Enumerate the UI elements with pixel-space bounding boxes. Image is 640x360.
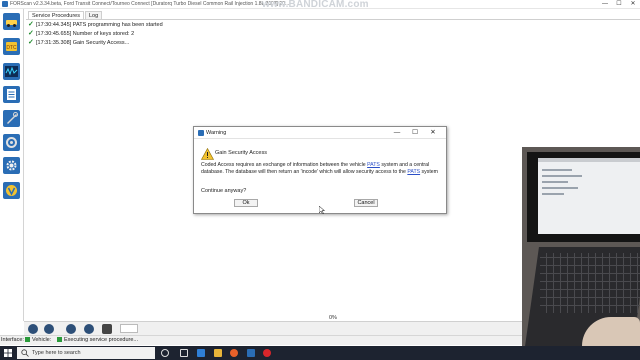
- tests-icon[interactable]: [3, 86, 20, 103]
- search-placeholder: Type here to search: [32, 350, 81, 356]
- interval-field[interactable]: [120, 324, 138, 333]
- edge-icon[interactable]: [197, 349, 205, 357]
- taskbar-search-box[interactable]: Type here to search: [17, 347, 155, 359]
- log-list: ✓ [17:30:44.345] PATS programming has be…: [28, 20, 163, 47]
- ok-button[interactable]: Ok: [234, 199, 258, 207]
- task-status: Executing service procedure...: [57, 336, 138, 345]
- dialog-title-bar[interactable]: Warning — ☐ ✕: [194, 127, 446, 139]
- dialog-title: Warning: [206, 130, 227, 136]
- dialog-app-icon: [198, 130, 204, 136]
- record-icon[interactable]: [66, 324, 76, 334]
- vehicle-connected-icon: [25, 337, 30, 342]
- log-entry: ✓ [17:30:45.655] Number of keys stored: …: [28, 29, 163, 38]
- tab-service-procedures[interactable]: Service Procedures: [28, 11, 84, 19]
- dialog-question: Continue anyway?: [201, 188, 247, 194]
- tab-log[interactable]: Log: [85, 11, 103, 19]
- laptop-screen-content: [542, 169, 582, 195]
- check-icon: ✓: [28, 20, 34, 28]
- log-entry-text: [17:31:35.308] Gain Security Access...: [36, 39, 130, 46]
- settings-gear-icon[interactable]: [3, 157, 20, 174]
- maximize-icon[interactable]: ☐: [406, 127, 424, 139]
- cancel-button[interactable]: Cancel: [354, 199, 378, 207]
- cortana-icon[interactable]: [161, 349, 169, 357]
- file-explorer-icon[interactable]: [214, 349, 222, 357]
- log-entry: ✓ [17:31:35.308] Gain Security Access...: [28, 38, 163, 47]
- dialog-message-part: Coded Access requires an exchange of inf…: [201, 162, 368, 168]
- minimize-icon[interactable]: —: [598, 0, 612, 9]
- log-entry: ✓ [17:30:44.345] PATS programming has be…: [28, 20, 163, 29]
- recording-watermark: www.BANDICAM.com: [262, 0, 369, 10]
- dtc-icon[interactable]: DTC: [3, 38, 20, 55]
- webcam-overlay: [522, 147, 640, 346]
- oscilloscope-icon[interactable]: [3, 63, 20, 80]
- maximize-icon[interactable]: ☐: [612, 0, 626, 9]
- vehicle-label: Vehicle:: [32, 337, 52, 343]
- close-icon[interactable]: ✕: [626, 0, 640, 9]
- dialog-message-part: system: [420, 168, 438, 175]
- left-toolbar: DTC: [0, 9, 24, 321]
- vehicle-info-icon[interactable]: [3, 13, 20, 30]
- vehicle-status: Vehicle:: [25, 336, 51, 345]
- laptop-keys: [540, 253, 640, 313]
- warning-dialog: Warning — ☐ ✕ Gain Security Access Coded…: [193, 126, 447, 214]
- dialog-message: Coded Access requires an exchange of inf…: [201, 162, 439, 175]
- check-icon: ✓: [28, 38, 34, 46]
- about-icon[interactable]: [3, 182, 20, 199]
- forscan-app-icon: [2, 1, 8, 7]
- windows-start-icon[interactable]: [4, 349, 12, 357]
- task-running-icon: [57, 337, 62, 342]
- windows-taskbar: Type here to search: [0, 346, 640, 360]
- firefox-icon[interactable]: [230, 349, 238, 357]
- close-icon[interactable]: ✕: [424, 127, 442, 139]
- window-title: FORScan v2.3.34.beta, Ford Transit Conne…: [10, 1, 290, 7]
- log-entry-text: [17:30:45.655] Number of keys stored: 2: [36, 30, 135, 37]
- bandicam-taskbar-icon[interactable]: [263, 349, 271, 357]
- title-bar: FORScan v2.3.34.beta, Ford Transit Conne…: [0, 0, 640, 10]
- task-view-icon[interactable]: [180, 349, 188, 357]
- forscan-window: FORScan v2.3.34.beta, Ford Transit Conne…: [0, 0, 640, 360]
- interface-label: Interface:: [1, 337, 24, 343]
- play-icon[interactable]: [28, 324, 38, 334]
- task-label: Executing service procedure...: [64, 337, 138, 343]
- clear-icon[interactable]: [84, 324, 94, 334]
- save-icon[interactable]: [102, 324, 112, 334]
- configuration-icon[interactable]: [3, 134, 20, 151]
- minimize-icon[interactable]: —: [388, 127, 406, 139]
- dialog-heading: Gain Security Access: [215, 150, 267, 156]
- warning-icon: [201, 148, 214, 160]
- search-icon: [21, 349, 29, 357]
- pats-link[interactable]: PATS: [367, 162, 380, 168]
- forscan-taskbar-icon[interactable]: [247, 349, 255, 357]
- laptop-screen-titlebar: [538, 158, 640, 162]
- tab-bar: Service Procedures Log: [28, 11, 103, 19]
- service-functions-icon[interactable]: [3, 110, 20, 127]
- stop-icon[interactable]: [44, 324, 54, 334]
- mouse-cursor-icon: [319, 206, 325, 214]
- log-entry-text: [17:30:44.345] PATS programming has been…: [36, 21, 163, 28]
- dialog-window-controls: — ☐ ✕: [388, 127, 442, 139]
- window-controls: — ☐ ✕: [598, 0, 640, 9]
- svg-text:DTC: DTC: [6, 45, 17, 51]
- pats-link[interactable]: PATS: [407, 169, 420, 175]
- check-icon: ✓: [28, 29, 34, 37]
